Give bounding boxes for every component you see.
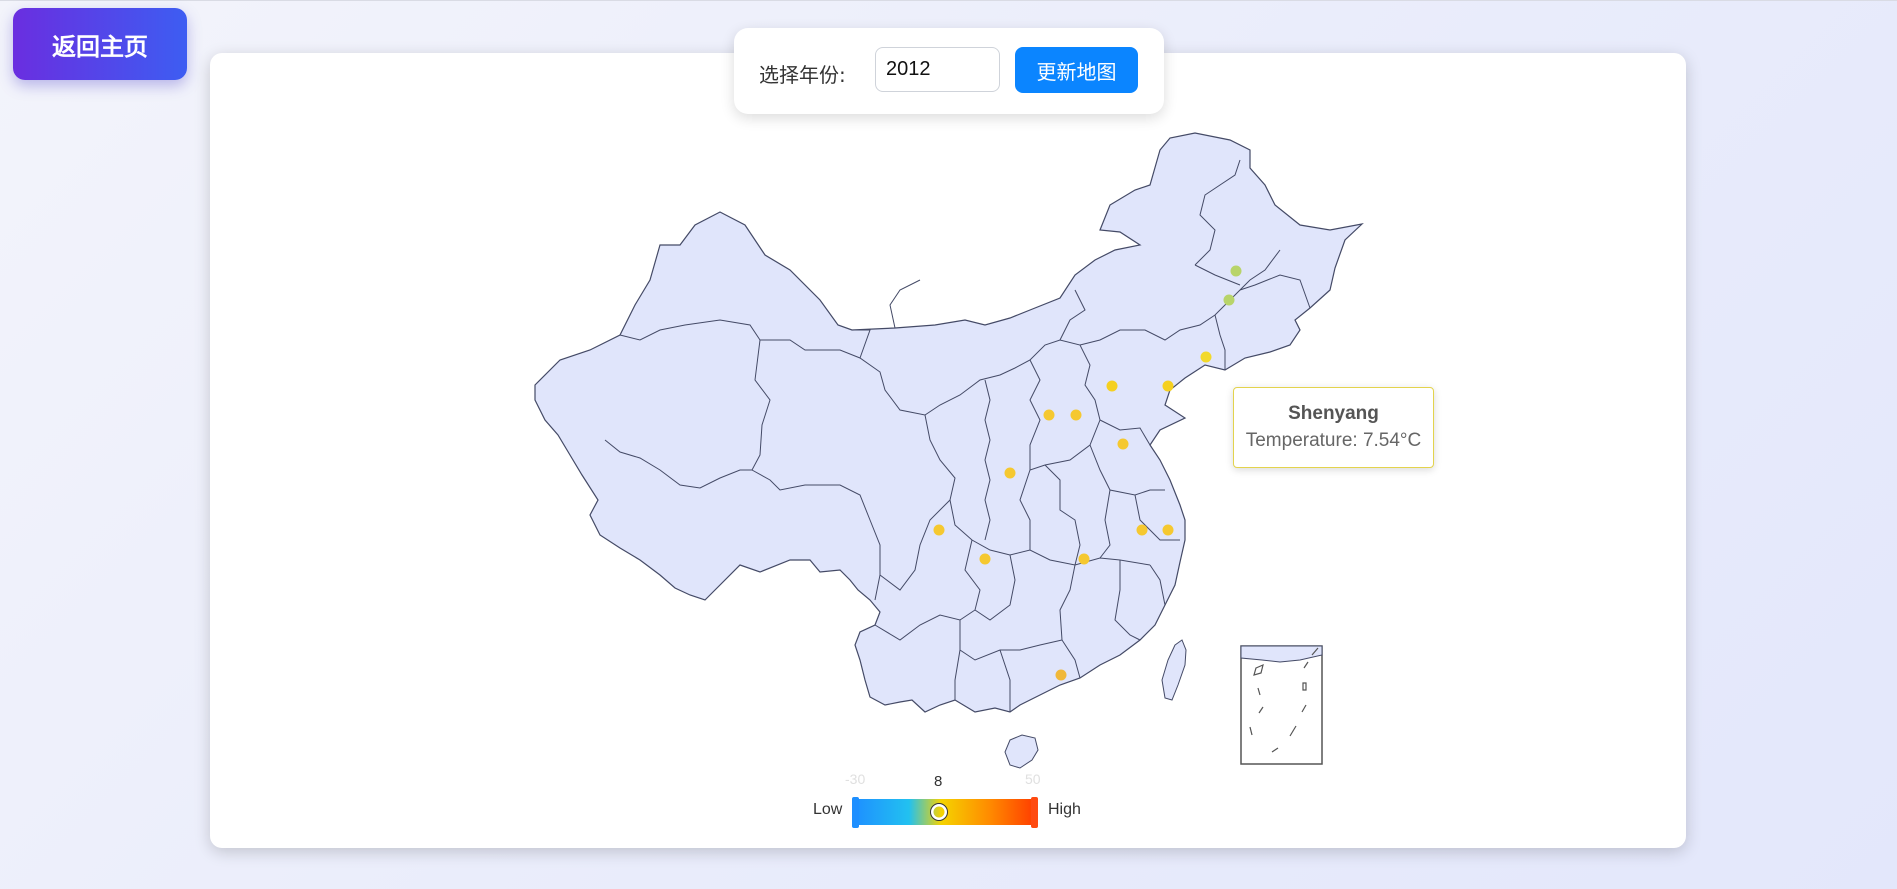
visual-map-low-handle[interactable]	[852, 797, 859, 828]
south-china-sea-inset	[1240, 645, 1323, 765]
city-point[interactable]	[1078, 553, 1090, 565]
city-point[interactable]	[1070, 409, 1082, 421]
visual-map-high-text: High	[1048, 801, 1081, 818]
tooltip-city-name: Shenyang	[1288, 403, 1379, 424]
city-point[interactable]	[1004, 467, 1016, 479]
update-map-button[interactable]: 更新地图	[1015, 47, 1138, 93]
tooltip-temperature: Temperature: 7.54°C	[1245, 430, 1422, 451]
city-tooltip: Shenyang Temperature: 7.54°C	[1233, 387, 1434, 468]
city-point[interactable]	[933, 524, 945, 536]
visual-map-high-handle[interactable]	[1031, 797, 1038, 828]
visual-map-max-label: 50	[1025, 771, 1041, 787]
visual-map-min-label: -30	[845, 771, 866, 787]
china-map	[534, 132, 1364, 828]
visual-map-low-text: Low	[813, 801, 843, 818]
city-point[interactable]	[1055, 669, 1067, 681]
city-point[interactable]	[1162, 380, 1174, 392]
city-point[interactable]	[1043, 409, 1055, 421]
hainan-island	[1004, 734, 1039, 769]
year-control-panel: 选择年份: 更新地图	[734, 28, 1164, 114]
year-input[interactable]	[875, 47, 1000, 92]
city-point[interactable]	[1223, 294, 1235, 306]
city-point[interactable]	[1200, 351, 1212, 363]
visual-map-current-value: 8	[934, 773, 943, 790]
city-point[interactable]	[979, 553, 991, 565]
city-point[interactable]	[1117, 438, 1129, 450]
city-point[interactable]	[1230, 265, 1242, 277]
city-point[interactable]	[1136, 524, 1148, 536]
city-point[interactable]	[1162, 524, 1174, 536]
taiwan-island	[1161, 639, 1187, 701]
year-label: 选择年份:	[759, 63, 846, 87]
city-point[interactable]	[1106, 380, 1118, 392]
